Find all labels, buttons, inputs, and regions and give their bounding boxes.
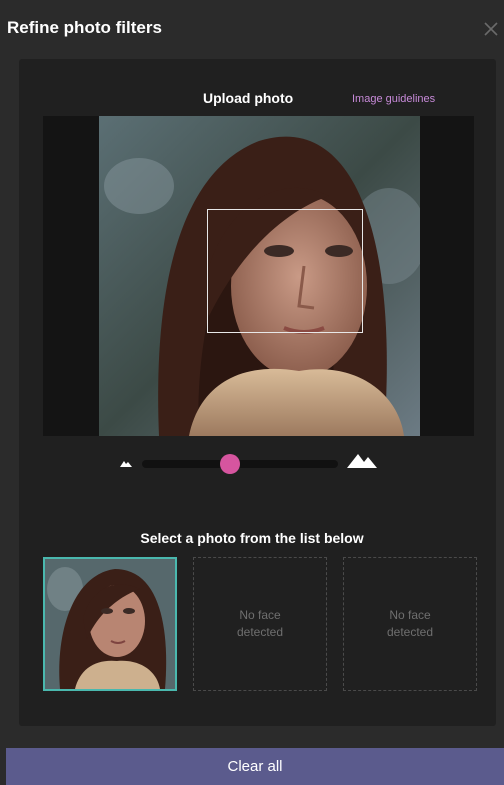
select-photo-heading: Select a photo from the list below (140, 530, 364, 546)
candidate-photo-2[interactable]: No face detected (193, 557, 327, 691)
candidate-photo-3[interactable]: No face detected (343, 557, 477, 691)
image-guidelines-link[interactable]: Image guidelines (352, 93, 435, 105)
candidate-photo-image (45, 559, 175, 689)
clear-all-button[interactable]: Clear all (6, 748, 504, 785)
mountain-small-icon (120, 461, 132, 467)
dialog-title: Refine photo filters (7, 18, 162, 37)
refine-photo-filters-dialog: Refine photo filters Upload photo Image … (0, 0, 504, 785)
no-face-detected-text: No face detected (386, 608, 434, 639)
face-detection-box[interactable] (207, 209, 363, 333)
upload-photo-label: Upload photo (203, 90, 294, 106)
zoom-slider[interactable] (142, 454, 338, 474)
dialog-header: Refine photo filters (0, 0, 504, 56)
close-icon[interactable] (481, 19, 501, 39)
candidate-photo-1[interactable] (43, 557, 177, 691)
no-face-detected-text: No face detected (236, 608, 284, 639)
photo-preview (43, 116, 474, 436)
mountain-large-icon (347, 454, 377, 468)
